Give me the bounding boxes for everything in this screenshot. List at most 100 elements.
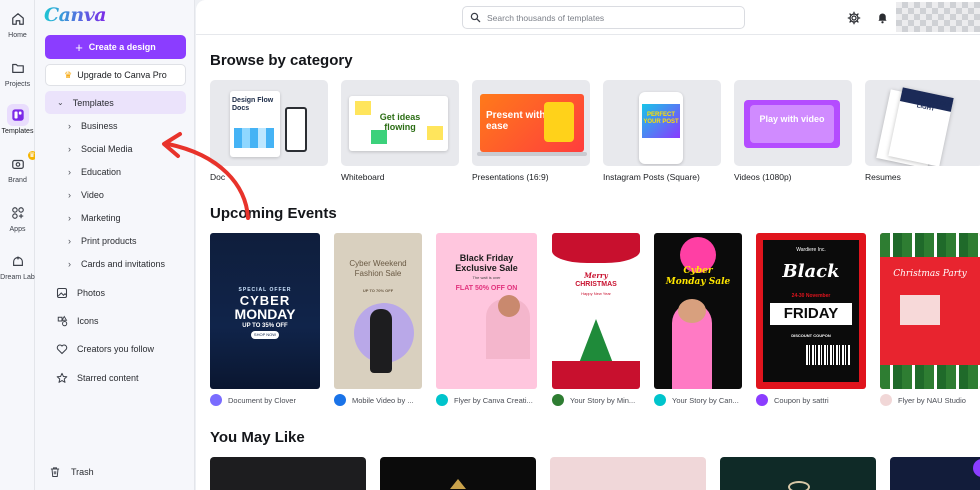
category-card-instagram[interactable]: PERFECT YOUR POST Instagram Posts (Squar… <box>603 80 721 182</box>
template-item-cards-invitations[interactable]: › Cards and invitations <box>45 254 186 274</box>
event-poster: SPECIAL OFFER CYBER MONDAY UP TO 35% OFF… <box>210 233 320 389</box>
rail-label: Projects <box>4 81 31 88</box>
apps-icon <box>7 202 29 224</box>
nav-starred[interactable]: Starred content <box>45 366 186 390</box>
rail-projects[interactable]: Projects <box>0 57 35 88</box>
rail-templates[interactable]: Templates <box>0 104 35 135</box>
template-item-label: Cards and invitations <box>81 259 166 269</box>
creator-avatar <box>210 394 222 406</box>
template-item-social-media[interactable]: › Social Media <box>45 139 186 159</box>
rail-label: Brand <box>8 177 27 184</box>
rail-apps[interactable]: Apps <box>0 202 35 233</box>
event-card[interactable]: Christmas Party Flyer by NAU Studio <box>880 233 980 406</box>
rail-brand[interactable]: ♛ Brand <box>0 151 37 184</box>
upgrade-pro-button[interactable]: ♛ Upgrade to Canva Pro <box>45 64 186 86</box>
nav-label: Starred content <box>77 373 139 383</box>
template-card[interactable] <box>890 457 980 490</box>
template-card[interactable] <box>550 457 706 490</box>
category-card-videos[interactable]: Play with video Videos (1080p) <box>734 80 852 182</box>
category-thumb: STAND OUT LIGHT <box>865 80 980 166</box>
nav-label: Creators you follow <box>77 344 155 354</box>
template-item-education[interactable]: › Education <box>45 162 186 182</box>
search-box[interactable] <box>462 6 745 29</box>
thumb-text: Get ideas flowing <box>379 112 421 132</box>
poster-text: UP TO 70% OFF <box>362 288 394 293</box>
poster-text: Merry <box>584 271 608 280</box>
nav-label: Icons <box>77 316 99 326</box>
avatar[interactable] <box>896 2 980 32</box>
event-card[interactable]: Black Friday Exclusive Sale The wait is … <box>436 233 537 406</box>
creator-avatar <box>436 394 448 406</box>
template-item-business[interactable]: › Business <box>45 116 186 136</box>
template-item-print-products[interactable]: › Print products <box>45 231 186 251</box>
event-card[interactable]: Cyber Weekend Fashion Sale UP TO 70% OFF… <box>334 233 422 406</box>
poster-text: FRIDAY <box>770 303 852 325</box>
rail-label: Apps <box>9 226 26 233</box>
template-card[interactable] <box>380 457 536 490</box>
category-label: Doc <box>210 172 226 182</box>
poster-text: FLAT 50% OFF ON <box>455 285 518 292</box>
nav-icons[interactable]: Icons <box>45 309 186 333</box>
create-design-button[interactable]: + Create a design <box>45 35 186 59</box>
event-card[interactable]: Merry CHRISTMAS Happy New Year Your Stor… <box>552 233 640 406</box>
category-card-resumes[interactable]: STAND OUT LIGHT Resumes <box>865 80 980 182</box>
upgrade-label: Upgrade to Canva Pro <box>77 70 167 80</box>
rail-label: Templates <box>1 128 34 135</box>
template-item-label: Business <box>81 121 118 131</box>
section-title-browse: Browse by category <box>210 52 353 69</box>
category-card-whiteboard[interactable]: Get ideas flowing Whiteboard <box>341 80 459 182</box>
star-icon <box>55 372 69 384</box>
creator-avatar <box>654 394 666 406</box>
trash-label: Trash <box>71 467 94 477</box>
nav-trash[interactable]: Trash <box>45 466 94 478</box>
event-card[interactable]: Wardiere Inc. Black 24-30 November FRIDA… <box>756 233 866 406</box>
template-card[interactable] <box>210 457 366 490</box>
category-card-doc[interactable]: Design Flow Docs Doc <box>210 80 328 182</box>
category-card-presentations[interactable]: Present with ease Presentations (16:9) <box>472 80 590 182</box>
event-card[interactable]: SPECIAL OFFER CYBER MONDAY UP TO 35% OFF… <box>210 233 320 406</box>
heart-icon <box>55 343 69 355</box>
chevron-right-icon: › <box>68 121 71 131</box>
poster-text: UP TO 35% OFF <box>242 323 288 329</box>
poster-text: 24-30 November <box>791 293 831 299</box>
chevron-right-icon: › <box>68 190 71 200</box>
section-title-events: Upcoming Events <box>210 205 337 222</box>
photo-icon <box>55 287 69 299</box>
section-title-like: You May Like <box>210 429 305 446</box>
rail-dream-lab[interactable]: Dream Lab <box>0 250 35 281</box>
icon-rail: Home Projects Templates ♛ Brand Apps Dre… <box>0 0 37 490</box>
poster-text: Cyber Weekend <box>349 259 407 268</box>
templates-tree-label: Templates <box>72 97 114 108</box>
event-meta: Your Story by Min... <box>570 395 636 405</box>
poster-text: Black Friday <box>459 253 514 263</box>
template-item-marketing[interactable]: › Marketing <box>45 208 186 228</box>
poster-text: DISCOUNT COUPON <box>791 333 831 338</box>
event-card[interactable]: Cyber Monday Sale Your Story by Can... <box>654 233 742 406</box>
category-thumb: Design Flow Docs <box>210 80 328 166</box>
thumb-text: Design Flow Docs <box>232 97 274 112</box>
rail-home[interactable]: Home <box>0 8 35 39</box>
template-card[interactable] <box>720 457 876 490</box>
poster-text: Black <box>782 261 840 282</box>
template-item-label: Education <box>81 167 122 177</box>
nav-creators[interactable]: Creators you follow <box>45 337 186 361</box>
nav-photos[interactable]: Photos <box>45 281 186 305</box>
settings-gear-icon[interactable] <box>846 10 861 25</box>
templates-icon <box>6 104 29 126</box>
search-input[interactable] <box>487 12 727 23</box>
category-thumb: Present with ease <box>472 80 590 166</box>
templates-tree-toggle[interactable]: ⌄ Templates <box>45 91 186 114</box>
create-design-label: Create a design <box>88 42 156 52</box>
event-meta: Document by Clover <box>228 395 296 405</box>
template-item-video[interactable]: › Video <box>45 185 186 205</box>
canva-logo[interactable]: Canva <box>44 4 107 26</box>
category-label: Videos (1080p) <box>734 172 792 182</box>
thumb-text: Present with ease <box>486 110 546 132</box>
poster-text: Christmas Party <box>893 269 967 279</box>
poster-text: Wardiere Inc. <box>796 247 826 253</box>
template-item-label: Social Media <box>81 144 133 154</box>
creator-avatar <box>334 394 346 406</box>
folder-icon <box>7 57 29 79</box>
event-meta: Coupon by sattri <box>774 395 829 405</box>
notification-bell-icon[interactable] <box>875 10 890 25</box>
